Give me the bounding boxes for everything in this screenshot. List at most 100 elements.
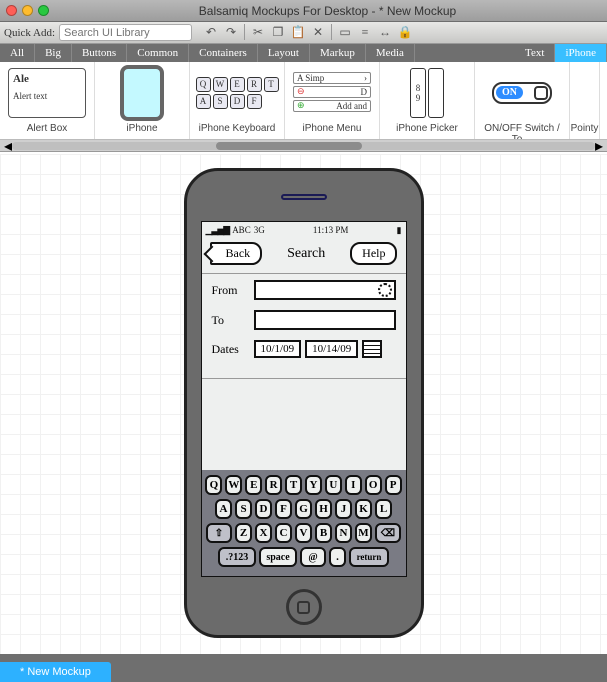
undo-icon[interactable]: ↶	[202, 24, 220, 41]
key-a[interactable]: A	[215, 499, 232, 519]
key-h[interactable]: H	[315, 499, 332, 519]
category-text[interactable]: Text	[515, 44, 555, 62]
delete-icon[interactable]: ✕	[309, 24, 327, 41]
key-dot[interactable]: .	[329, 547, 346, 567]
key-e[interactable]: E	[245, 475, 262, 495]
window-title: Balsamiq Mockups For Desktop - * New Moc…	[54, 4, 601, 18]
key-shift[interactable]: ⇧	[206, 523, 232, 543]
toolbar-divider	[244, 24, 245, 40]
key-p[interactable]: P	[385, 475, 402, 495]
key-d[interactable]: D	[255, 499, 272, 519]
scroll-left-icon[interactable]: ◂	[4, 136, 12, 156]
key-f[interactable]: F	[275, 499, 292, 519]
zoom-window-icon[interactable]	[38, 5, 49, 16]
quick-add-label: Quick Add:	[4, 27, 55, 39]
paste-icon[interactable]: 📋	[289, 24, 307, 41]
palette-iphone-menu[interactable]: A Simp› ⊖D ⊕Add and iPhone Menu	[285, 62, 380, 139]
category-markup[interactable]: Markup	[310, 44, 366, 62]
key-w[interactable]: W	[225, 475, 242, 495]
align-icon[interactable]: ≡	[356, 24, 374, 41]
iphone-screen: ▁▃▅▇ ABC 3G 11:13 PM ▮ Back Search Help …	[201, 221, 407, 577]
window-titlebar: Balsamiq Mockups For Desktop - * New Moc…	[0, 0, 607, 22]
palette-iphone-keyboard[interactable]: QWERT ASDF iPhone Keyboard	[190, 62, 285, 139]
from-input[interactable]	[254, 280, 396, 300]
status-bar: ▁▃▅▇ ABC 3G 11:13 PM ▮	[202, 222, 406, 238]
key-backspace[interactable]: ⌫	[375, 523, 401, 543]
quick-add-input[interactable]	[59, 24, 192, 41]
key-s[interactable]: S	[235, 499, 252, 519]
lock-icon[interactable]: 🔒	[396, 24, 414, 41]
palette-scrollbar[interactable]: ◂ ▸	[0, 140, 607, 152]
group-icon[interactable]: ▭	[336, 24, 354, 41]
date-start-input[interactable]: 10/1/09	[254, 340, 302, 358]
key-v[interactable]: V	[295, 523, 312, 543]
back-button[interactable]: Back	[210, 242, 263, 265]
category-buttons[interactable]: Buttons	[72, 44, 127, 62]
calendar-icon[interactable]	[362, 340, 382, 358]
screen-title: Search	[287, 246, 325, 262]
key-at[interactable]: @	[300, 547, 326, 567]
size-icon[interactable]: ↔	[376, 24, 394, 41]
key-n[interactable]: N	[335, 523, 352, 543]
nav-bar: Back Search Help	[202, 238, 406, 269]
palette-alert-box[interactable]: AleAlert text Alert Box	[0, 62, 95, 139]
to-label: To	[212, 313, 254, 328]
palette-onoff-switch[interactable]: ON ON/OFF Switch / To…	[475, 62, 570, 139]
from-label: From	[212, 283, 254, 298]
key-u[interactable]: U	[325, 475, 342, 495]
scrollbar-thumb[interactable]	[216, 142, 362, 150]
key-return[interactable]: return	[349, 547, 389, 567]
carrier-label: ABC	[232, 225, 251, 235]
key-x[interactable]: X	[255, 523, 272, 543]
toolbar-divider	[331, 24, 332, 40]
copy-icon[interactable]: ❐	[269, 24, 287, 41]
clock-label: 11:13 PM	[265, 225, 397, 235]
key-r[interactable]: R	[265, 475, 282, 495]
key-t[interactable]: T	[285, 475, 302, 495]
quick-add-toolbar: Quick Add: ↶ ↷ ✂ ❐ 📋 ✕ ▭ ≡ ↔ 🔒	[0, 22, 607, 44]
cut-icon[interactable]: ✂	[249, 24, 267, 41]
category-common[interactable]: Common	[127, 44, 189, 62]
category-layout[interactable]: Layout	[258, 44, 310, 62]
network-label: 3G	[254, 225, 265, 235]
key-m[interactable]: M	[355, 523, 372, 543]
category-all[interactable]: All	[0, 44, 35, 62]
palette-pointy[interactable]: Pointy	[570, 62, 600, 139]
category-iphone[interactable]: iPhone	[555, 44, 607, 62]
key-b[interactable]: B	[315, 523, 332, 543]
design-canvas[interactable]: ▁▃▅▇ ABC 3G 11:13 PM ▮ Back Search Help …	[0, 154, 607, 654]
home-button[interactable]	[286, 589, 322, 625]
palette-iphone[interactable]: iPhone	[95, 62, 190, 139]
document-tab[interactable]: * New Mockup	[0, 662, 111, 682]
category-big[interactable]: Big	[35, 44, 72, 62]
redo-icon[interactable]: ↷	[222, 24, 240, 41]
key-z[interactable]: Z	[235, 523, 252, 543]
date-end-input[interactable]: 10/14/09	[305, 340, 358, 358]
key-c[interactable]: C	[275, 523, 292, 543]
key-g[interactable]: G	[295, 499, 312, 519]
signal-bars-icon: ▁▃▅▇	[206, 225, 230, 236]
key-space[interactable]: space	[259, 547, 297, 567]
key-i[interactable]: I	[345, 475, 362, 495]
document-tab-bar: * New Mockup	[0, 654, 607, 682]
home-icon	[297, 601, 310, 614]
close-window-icon[interactable]	[6, 5, 17, 16]
key-l[interactable]: L	[375, 499, 392, 519]
component-palette: AleAlert text Alert Box iPhone QWERT ASD…	[0, 62, 607, 140]
category-media[interactable]: Media	[366, 44, 415, 62]
battery-icon: ▮	[397, 225, 402, 236]
iphone-frame[interactable]: ▁▃▅▇ ABC 3G 11:13 PM ▮ Back Search Help …	[184, 168, 424, 638]
key-o[interactable]: O	[365, 475, 382, 495]
key-j[interactable]: J	[335, 499, 352, 519]
category-containers[interactable]: Containers	[189, 44, 258, 62]
scroll-right-icon[interactable]: ▸	[595, 136, 603, 156]
key-q[interactable]: Q	[205, 475, 222, 495]
key-k[interactable]: K	[355, 499, 372, 519]
to-input[interactable]	[254, 310, 396, 330]
palette-iphone-picker[interactable]: 89 iPhone Picker	[380, 62, 475, 139]
key-numbers[interactable]: .?123	[218, 547, 256, 567]
key-y[interactable]: Y	[305, 475, 322, 495]
minimize-window-icon[interactable]	[22, 5, 33, 16]
toolbar-icons: ↶ ↷ ✂ ❐ 📋 ✕ ▭ ≡ ↔ 🔒	[202, 24, 414, 41]
help-button[interactable]: Help	[350, 242, 397, 265]
